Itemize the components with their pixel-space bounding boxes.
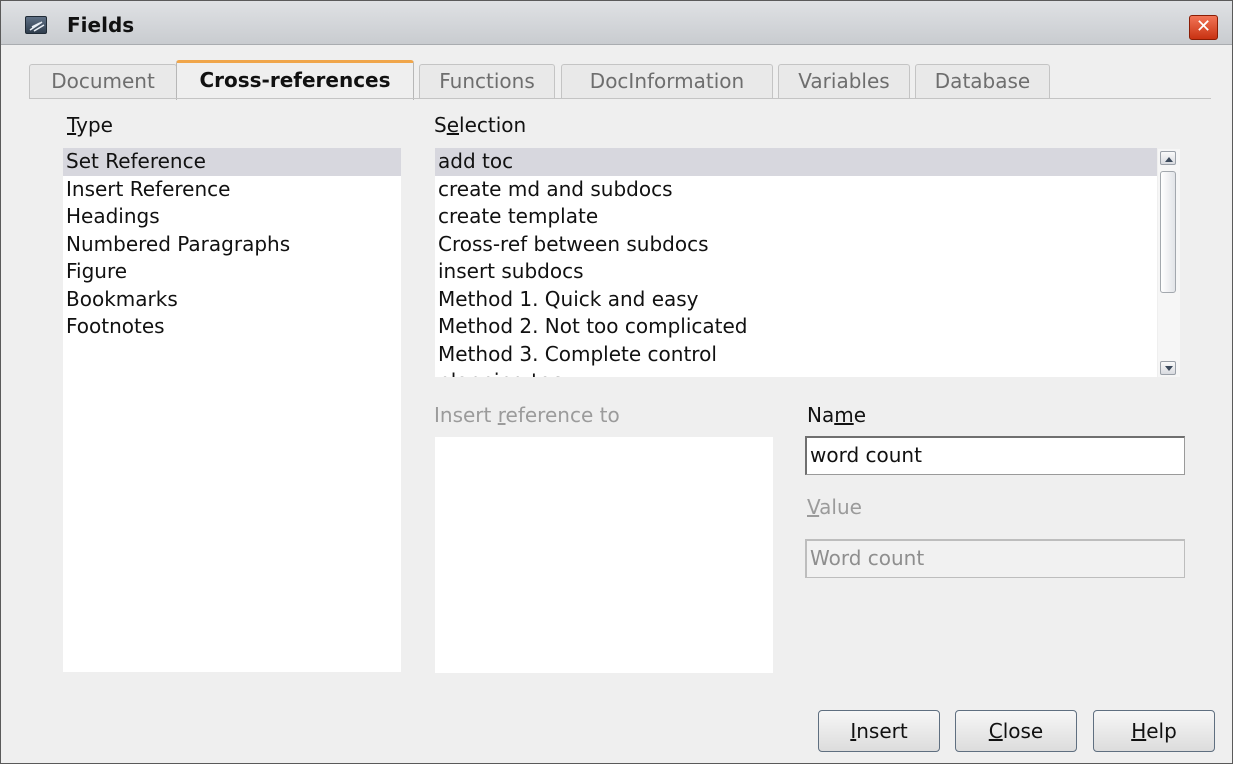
app-window-icon: [25, 16, 47, 34]
type-item-footnotes[interactable]: Footnotes: [63, 313, 401, 341]
tab-variables[interactable]: Variables: [778, 64, 910, 99]
type-item-numbered-paragraphs[interactable]: Numbered Paragraphs: [63, 231, 401, 259]
selection-item-insert-subdocs[interactable]: insert subdocs: [435, 258, 1157, 286]
selection-label: Selection: [434, 113, 526, 137]
tab-functions[interactable]: Functions: [419, 64, 555, 99]
selection-label-pre: S: [434, 113, 447, 137]
value-input[interactable]: Word count: [805, 539, 1185, 578]
tab-document[interactable]: Document: [29, 64, 177, 99]
selection-item-create-md-subdocs[interactable]: create md and subdocs: [435, 176, 1157, 204]
value-label: Value: [807, 495, 862, 519]
insert-reference-to-pre: Insert: [434, 403, 498, 427]
insert-reference-to-mnemonic: r: [497, 403, 506, 427]
name-label: Name: [807, 403, 866, 427]
type-listbox[interactable]: Set Reference Insert Reference Headings …: [63, 148, 401, 672]
selection-label-text: lection: [459, 113, 527, 137]
scrollbar-thumb[interactable]: [1160, 171, 1176, 293]
insert-button-label: nsert: [856, 719, 908, 743]
selection-item-method-3[interactable]: Method 3. Complete control: [435, 341, 1157, 369]
close-button[interactable]: Close: [955, 710, 1077, 752]
selection-item-add-toc[interactable]: add toc: [435, 148, 1157, 176]
insert-reference-to-label: Insert reference to: [434, 403, 620, 427]
type-label-text: ype: [76, 113, 113, 137]
name-label-mnemonic: m: [834, 403, 854, 427]
insert-reference-to-text: eference to: [505, 403, 620, 427]
insert-reference-to-listbox[interactable]: [435, 437, 773, 673]
selection-listbox[interactable]: add toc create md and subdocs create tem…: [435, 148, 1157, 377]
help-button[interactable]: Help: [1093, 710, 1215, 752]
tab-panel-border: [29, 98, 1211, 99]
name-input[interactable]: word count: [805, 436, 1185, 475]
help-button-mnemonic: H: [1131, 719, 1147, 743]
name-label-pre: Na: [807, 403, 835, 427]
selection-item-method-2[interactable]: Method 2. Not too complicated: [435, 313, 1157, 341]
selection-scrollbar[interactable]: [1158, 149, 1180, 377]
scroll-up-arrow-icon[interactable]: [1160, 151, 1176, 165]
insert-button[interactable]: Insert: [818, 710, 940, 752]
value-label-text: alue: [819, 495, 862, 519]
type-item-headings[interactable]: Headings: [63, 203, 401, 231]
close-button-label: lose: [1002, 719, 1044, 743]
scroll-down-arrow-icon[interactable]: [1160, 361, 1176, 375]
name-label-text: e: [853, 403, 867, 427]
tab-docinformation[interactable]: DocInformation: [561, 64, 773, 99]
window-title: Fields: [67, 13, 135, 37]
type-item-insert-reference[interactable]: Insert Reference: [63, 176, 401, 204]
help-button-label: elp: [1146, 719, 1177, 743]
type-item-bookmarks[interactable]: Bookmarks: [63, 286, 401, 314]
selection-item-method-1[interactable]: Method 1. Quick and easy: [435, 286, 1157, 314]
tab-cross-references[interactable]: Cross-references: [176, 60, 414, 100]
close-button-mnemonic: C: [988, 719, 1003, 743]
selection-label-mnemonic: e: [446, 113, 460, 137]
title-bar[interactable]: Fields ✕: [1, 1, 1232, 45]
fields-dialog: Fields ✕ Document Cross-references Funct…: [0, 0, 1233, 764]
selection-item-planning-toc[interactable]: planning toc: [435, 368, 1157, 377]
type-label-mnemonic: T: [67, 113, 77, 137]
selection-item-cross-ref-subdocs[interactable]: Cross-ref between subdocs: [435, 231, 1157, 259]
tab-database[interactable]: Database: [915, 64, 1050, 99]
type-item-set-reference[interactable]: Set Reference: [63, 148, 401, 176]
selection-item-create-template[interactable]: create template: [435, 203, 1157, 231]
value-label-mnemonic: V: [807, 495, 820, 519]
close-window-icon[interactable]: ✕: [1189, 15, 1218, 40]
type-item-figure[interactable]: Figure: [63, 258, 401, 286]
type-label: Type: [67, 113, 113, 137]
